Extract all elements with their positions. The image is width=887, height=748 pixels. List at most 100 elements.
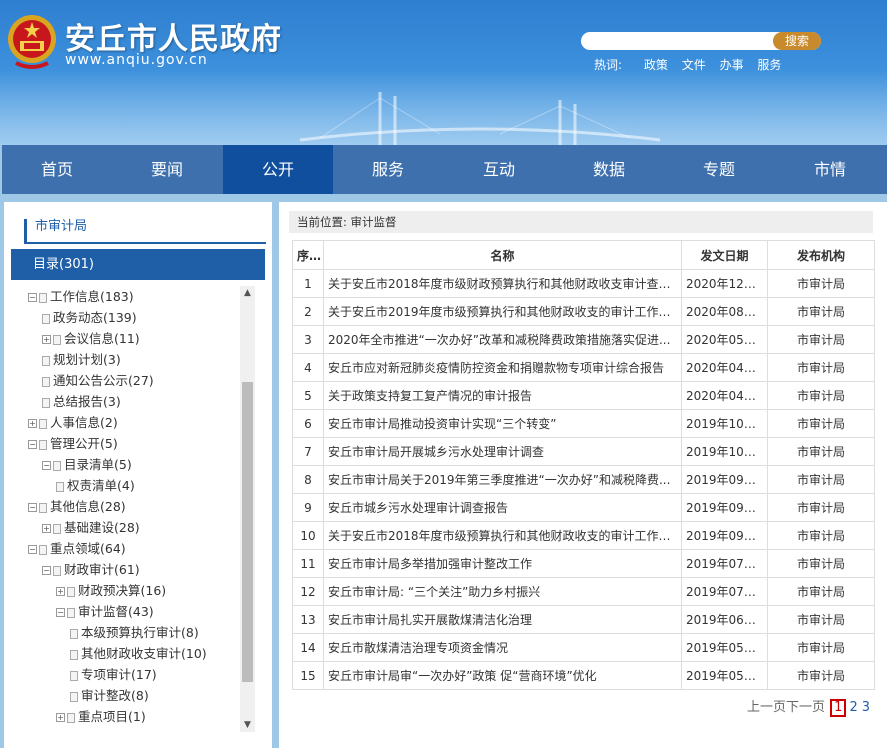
tree-item[interactable]: − 工作信息(183) bbox=[28, 286, 134, 307]
document-title-link[interactable]: 安丘市应对新冠肺炎疫情防控资金和捐赠款物专项审计综合报告 bbox=[323, 353, 682, 382]
breadcrumb: 当前位置: 审计监督 bbox=[289, 211, 873, 233]
tree-item[interactable]: 规划计划(3) bbox=[42, 349, 121, 370]
tree-item[interactable]: − 管理公开(5) bbox=[28, 433, 118, 454]
collapse-icon[interactable]: − bbox=[28, 545, 37, 554]
tree-item[interactable]: 专项审计(17) bbox=[70, 664, 157, 685]
tree-item[interactable]: + 会议信息(11) bbox=[42, 328, 140, 349]
scroll-down-arrow-icon[interactable]: ▼ bbox=[240, 718, 255, 732]
tree-item[interactable]: + 财政预决算(16) bbox=[56, 580, 166, 601]
prev-page-link[interactable]: 上一页 bbox=[747, 700, 786, 715]
nav-item-service[interactable]: 服务 bbox=[333, 145, 443, 194]
collapse-icon[interactable]: − bbox=[28, 440, 37, 449]
collapse-icon[interactable]: − bbox=[28, 293, 37, 302]
tree-item[interactable]: − 其他信息(28) bbox=[28, 496, 126, 517]
nav-item-topics[interactable]: 专题 bbox=[664, 145, 774, 194]
collapse-icon[interactable]: − bbox=[56, 608, 65, 617]
tree-item[interactable]: 通知公告公示(27) bbox=[42, 370, 154, 391]
publish-date: 2020年12月... bbox=[681, 269, 768, 298]
publisher: 市审计局 bbox=[767, 381, 875, 410]
collapse-icon[interactable]: − bbox=[42, 566, 51, 575]
nav-item-news[interactable]: 要闻 bbox=[112, 145, 222, 194]
tree-item-label: 重点项目(1) bbox=[78, 709, 146, 724]
column-header-publisher: 发布机构 bbox=[767, 240, 875, 270]
expand-icon[interactable]: + bbox=[42, 335, 51, 344]
tree-item[interactable]: 其他财政收支审计(10) bbox=[70, 643, 207, 664]
hotword-link[interactable]: 办事 bbox=[720, 58, 744, 72]
document-title-link[interactable]: 安丘市审计局多举措加强审计整改工作 bbox=[323, 549, 682, 578]
document-title-link[interactable]: 关于安丘市2019年度市级预算执行和其他财政收支的审计工作报... bbox=[323, 297, 682, 326]
publisher: 市审计局 bbox=[767, 549, 875, 578]
page-link[interactable]: 2 bbox=[849, 700, 857, 715]
tree-item[interactable]: 总结报告(3) bbox=[42, 391, 121, 412]
publisher: 市审计局 bbox=[767, 325, 875, 354]
nav-item-public[interactable]: 公开 bbox=[223, 145, 333, 194]
tree-item[interactable]: 政务动态(139) bbox=[42, 307, 137, 328]
publisher: 市审计局 bbox=[767, 493, 875, 522]
row-index: 7 bbox=[292, 437, 324, 466]
tree-item[interactable]: + 人事信息(2) bbox=[28, 412, 118, 433]
document-icon bbox=[70, 649, 78, 660]
collapse-icon[interactable]: − bbox=[42, 461, 51, 470]
document-title-link[interactable]: 安丘市审计局关于2019年第三季度推进“一次办好”和减税降费... bbox=[323, 465, 682, 494]
document-title-link[interactable]: 安丘市审计局扎实开展散煤清洁化治理 bbox=[323, 605, 682, 634]
tree-item[interactable]: − 审计监督(43) bbox=[56, 601, 154, 622]
table-row: 2 关于安丘市2019年度市级预算执行和其他财政收支的审计工作报... 2020年0… bbox=[292, 297, 875, 326]
collapse-icon[interactable]: − bbox=[28, 503, 37, 512]
expand-icon[interactable]: + bbox=[42, 524, 51, 533]
tree-item-label: 本级预算执行审计(8) bbox=[81, 625, 199, 640]
publish-date: 2019年09月... bbox=[681, 493, 768, 522]
current-page[interactable]: 1 bbox=[830, 699, 847, 717]
document-title-link[interactable]: 2020年全市推进“一次办好”改革和减税降费政策措施落实促进... bbox=[323, 325, 682, 354]
expand-icon[interactable]: + bbox=[56, 713, 65, 722]
pagination: 上一页下一页 123 bbox=[747, 696, 872, 717]
row-index: 1 bbox=[292, 269, 324, 298]
scroll-thumb[interactable] bbox=[242, 382, 253, 682]
expand-icon[interactable]: + bbox=[28, 419, 37, 428]
publish-date: 2019年07月... bbox=[681, 549, 768, 578]
tree-item[interactable]: − 目录清单(5) bbox=[42, 454, 132, 475]
directory-tree: − 工作信息(183) 政务动态(139) + 会议信息(11) 规划计划(3) 通知公告公… bbox=[28, 286, 240, 732]
document-icon bbox=[67, 712, 75, 723]
directory-header[interactable]: 目录(301) bbox=[11, 249, 265, 280]
tree-item[interactable]: + 重点项目(1) bbox=[56, 706, 146, 727]
hotword-link[interactable]: 文件 bbox=[682, 58, 706, 72]
row-index: 3 bbox=[292, 325, 324, 354]
page-link[interactable]: 3 bbox=[862, 700, 870, 715]
tree-item[interactable]: − 财政审计(61) bbox=[42, 559, 140, 580]
search-input[interactable] bbox=[589, 33, 769, 49]
hotword-link[interactable]: 政策 bbox=[644, 58, 668, 72]
nav-item-data[interactable]: 数据 bbox=[554, 145, 664, 194]
tree-item[interactable]: 审计整改(8) bbox=[70, 685, 149, 706]
nav-item-city-info[interactable]: 市情 bbox=[775, 145, 885, 194]
document-title-link[interactable]: 安丘市审计局审“一次办好”政策 促“营商环境”优化 bbox=[323, 661, 682, 690]
row-index: 8 bbox=[292, 465, 324, 494]
nav-item-interact[interactable]: 互动 bbox=[444, 145, 554, 194]
document-title-link[interactable]: 安丘市审计局开展城乡污水处理审计调查 bbox=[323, 437, 682, 466]
document-icon bbox=[42, 376, 50, 387]
column-header-index: 序号 bbox=[292, 240, 324, 270]
tree-item[interactable]: 权责清单(4) bbox=[56, 475, 135, 496]
tree-item-label: 人事信息(2) bbox=[50, 415, 118, 430]
hotword-link[interactable]: 服务 bbox=[757, 58, 781, 72]
document-title-link[interactable]: 关于安丘市2018年度市级预算执行和其他财政收支的审计工作报... bbox=[323, 521, 682, 550]
tree-item-label: 会议信息(11) bbox=[64, 331, 140, 346]
document-title-link[interactable]: 安丘市审计局推动投资审计实现“三个转变” bbox=[323, 409, 682, 438]
tree-scrollbar[interactable]: ▲ ▼ bbox=[240, 286, 255, 732]
scroll-up-arrow-icon[interactable]: ▲ bbox=[240, 286, 255, 300]
document-title-link[interactable]: 安丘市城乡污水处理审计调查报告 bbox=[323, 493, 682, 522]
search-button[interactable]: 搜索 bbox=[773, 32, 821, 50]
document-title-link[interactable]: 关于安丘市2018年度市级财政预算执行和其他财政收支审计查出... bbox=[323, 269, 682, 298]
document-title-link[interactable]: 关于政策支持复工复产情况的审计报告 bbox=[323, 381, 682, 410]
table-row: 11 安丘市审计局多举措加强审计整改工作 2019年07月... 市审计局 bbox=[292, 549, 875, 578]
document-title-link[interactable]: 安丘市审计局: “三个关注”助力乡村振兴 bbox=[323, 577, 682, 606]
tree-item[interactable]: 本级预算执行审计(8) bbox=[70, 622, 199, 643]
tree-item[interactable]: − 重点领域(64) bbox=[28, 538, 126, 559]
table-row: 15 安丘市审计局审“一次办好”政策 促“营商环境”优化 2019年05月... 市审… bbox=[292, 661, 875, 690]
tree-item[interactable]: + 基础建设(28) bbox=[42, 517, 140, 538]
nav-item-home[interactable]: 首页 bbox=[2, 145, 112, 194]
next-page-link[interactable]: 下一页 bbox=[786, 700, 825, 715]
document-icon bbox=[53, 460, 61, 471]
document-icon bbox=[67, 586, 75, 597]
document-title-link[interactable]: 安丘市散煤清洁治理专项资金情况 bbox=[323, 633, 682, 662]
expand-icon[interactable]: + bbox=[56, 587, 65, 596]
